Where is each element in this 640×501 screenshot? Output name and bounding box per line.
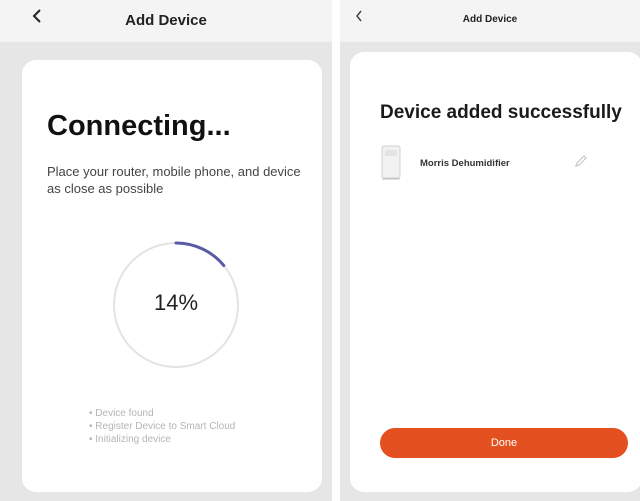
page-title: Add Device (462, 14, 518, 25)
device-name: Morris Dehumidifier (420, 158, 510, 169)
success-card: Device added successfully Morris Dehumid… (350, 52, 640, 492)
connecting-screen: Add Device Connecting... Place your rout… (0, 0, 332, 501)
top-bar: Add Device (0, 0, 332, 42)
top-bar: Add Device (340, 0, 640, 42)
placement-hint: Place your router, mobile phone, and dev… (47, 164, 301, 196)
success-heading: Device added successfully (380, 102, 622, 123)
setup-steps: Device found Register Device to Smart Cl… (89, 407, 235, 446)
success-screen: Add Device Device added successfully Mor… (340, 0, 640, 501)
connecting-heading: Connecting... (47, 110, 231, 142)
step-item: Register Device to Smart Cloud (89, 420, 235, 433)
pencil-icon[interactable] (573, 153, 589, 169)
connecting-card: Connecting... Place your router, mobile … (22, 60, 322, 492)
step-item: Device found (89, 407, 235, 420)
progress-percent: 14% (153, 290, 199, 315)
progress-ring: 14% (109, 238, 243, 372)
dehumidifier-icon (380, 144, 402, 182)
done-button[interactable]: Done (380, 428, 628, 458)
page-title: Add Device (125, 12, 207, 29)
step-item: Initializing device (89, 433, 235, 446)
screen-divider (332, 0, 340, 501)
device-row[interactable]: Morris Dehumidifier (380, 144, 620, 184)
